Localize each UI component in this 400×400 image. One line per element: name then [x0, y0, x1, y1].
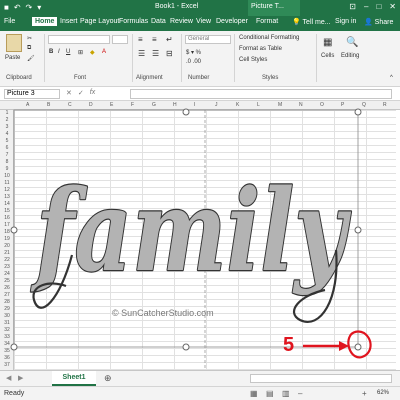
picture-layer: family — [10, 108, 398, 400]
status-bar: Ready ▦ ▤ ▥ – + 62% — [0, 386, 400, 400]
sheet-next-icon[interactable]: ▶ — [18, 374, 23, 382]
step-5-number: 5 — [283, 334, 295, 356]
resize-handle[interactable] — [10, 343, 18, 351]
family-picture[interactable]: family — [29, 165, 353, 323]
zoom-level[interactable]: 62% — [377, 390, 389, 396]
resize-handle-corner[interactable] — [354, 343, 362, 351]
status-ready: Ready — [4, 390, 25, 397]
sheet-tab-bar: ◀ ▶ Sheet1 ⊕ — [0, 370, 400, 386]
resize-handle[interactable] — [10, 226, 18, 234]
normal-view-icon[interactable]: ▦ — [250, 389, 258, 398]
family-word: family — [30, 166, 351, 297]
sheet-tab-sheet1[interactable]: Sheet1 — [52, 371, 96, 386]
resize-handle[interactable] — [354, 108, 362, 116]
watermark-text: © SunCatcherStudio.com — [112, 308, 214, 318]
resize-handle[interactable] — [354, 226, 362, 234]
zoom-in-icon[interactable]: + — [362, 389, 367, 398]
sheet-prev-icon[interactable]: ◀ — [6, 374, 11, 382]
resize-handle[interactable] — [182, 108, 190, 116]
zoom-out-icon[interactable]: – — [298, 389, 302, 398]
resize-handle[interactable] — [182, 343, 190, 351]
horizontal-scrollbar[interactable] — [250, 374, 392, 383]
add-sheet-icon[interactable]: ⊕ — [104, 373, 112, 384]
page-break-view-icon[interactable]: ▥ — [282, 389, 290, 398]
page-layout-view-icon[interactable]: ▤ — [266, 389, 274, 398]
